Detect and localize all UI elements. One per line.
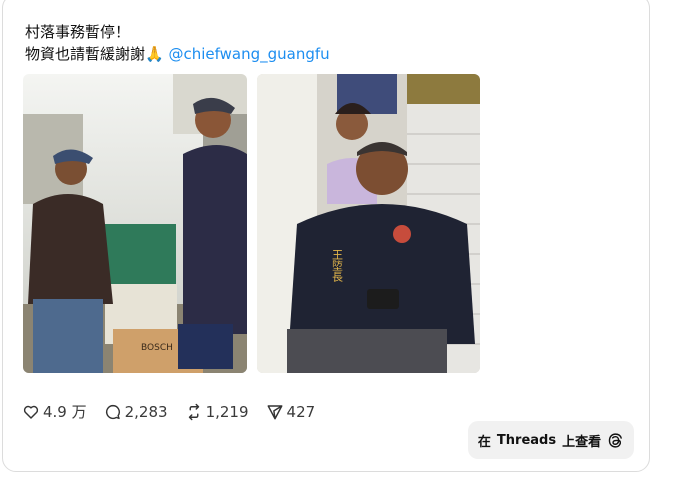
threads-logo-icon (608, 432, 622, 448)
box-brand-text: BOSCH (141, 343, 173, 353)
threads-button-suffix: 上查看 (562, 434, 602, 450)
like-button[interactable]: 4.9 万 (22, 401, 87, 422)
post-stats: 4.9 万 2,283 1,219 427 (22, 401, 332, 422)
send-icon (267, 404, 282, 419)
pray-emoji-icon: 🙏 (145, 45, 164, 63)
share-count: 427 (286, 402, 316, 421)
repost-icon (188, 403, 199, 420)
share-button[interactable]: 427 (266, 402, 316, 421)
threads-button-brand: Threads (496, 432, 557, 448)
reply-bubble-icon (105, 404, 120, 419)
post-line-1: 村落事務暫停！ (25, 23, 131, 41)
reply-count: 2,283 (124, 402, 168, 421)
heart-icon (23, 405, 39, 419)
vest-label-text: 王埅長 (331, 249, 344, 283)
repost-button[interactable]: 1,219 (185, 403, 249, 421)
post-photo-2[interactable]: 王埅長 (257, 74, 480, 373)
view-on-threads-button[interactable]: 在 Threads 上查看 (468, 421, 634, 459)
threads-button-prefix: 在 (477, 434, 491, 450)
reply-button[interactable]: 2,283 (104, 403, 168, 421)
mention-link[interactable]: @chiefwang_guangfu (168, 45, 329, 63)
post-photo-1[interactable]: BOSCH (23, 74, 247, 373)
repost-count: 1,219 (205, 402, 249, 421)
like-count: 4.9 万 (43, 403, 87, 421)
post-text: 村落事務暫停！ 物資也請暫緩謝謝🙏 @chiefwang_guangfu (25, 21, 330, 65)
post-line-2: 物資也請暫緩謝謝🙏 @chiefwang_guangfu (25, 43, 330, 65)
post-line-2-text: 物資也請暫緩謝謝 (25, 45, 146, 63)
